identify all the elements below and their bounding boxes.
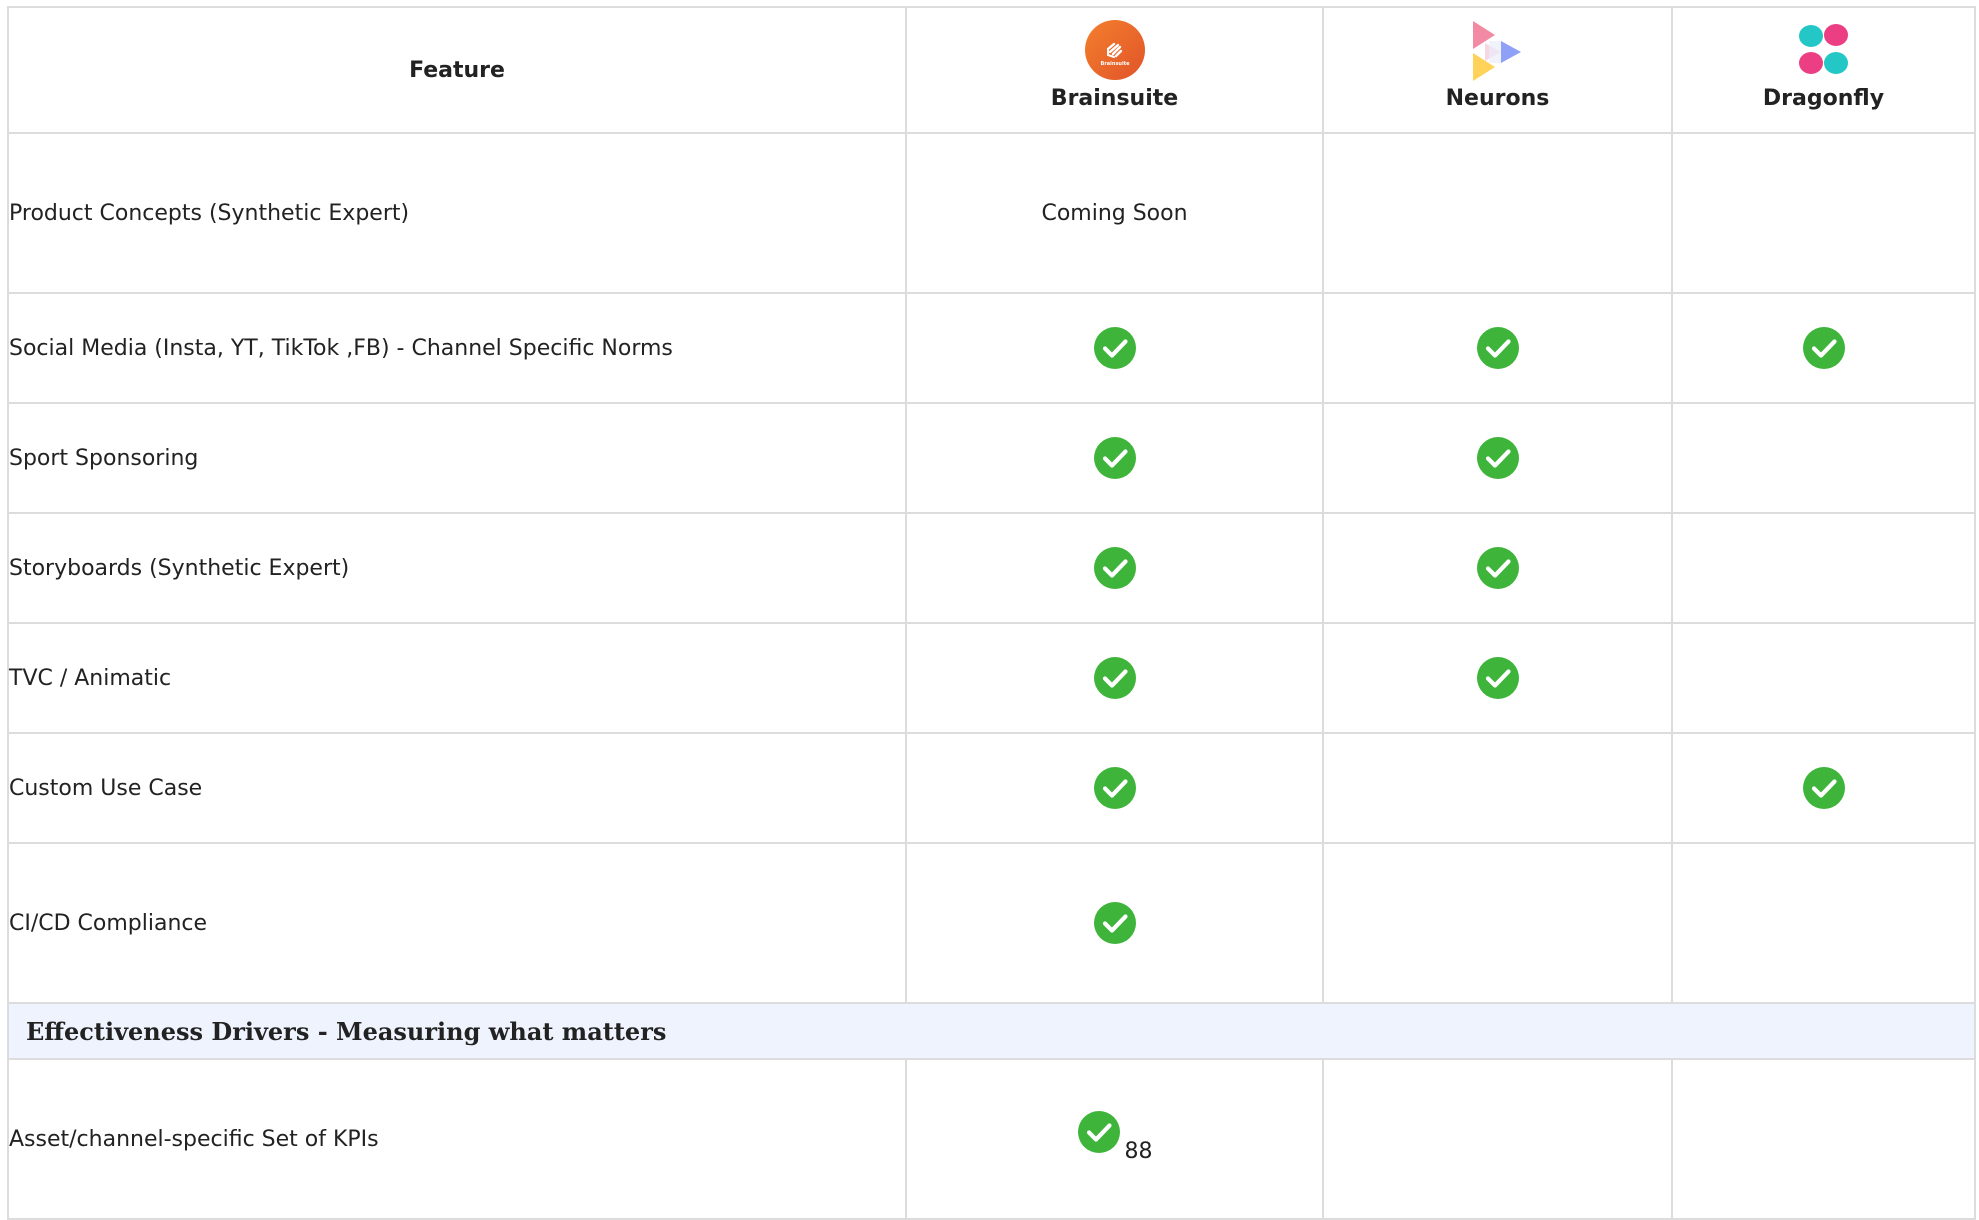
table-row: Product Concepts (Synthetic Expert) Comi…	[7, 132, 1976, 294]
neurons-cell	[1322, 622, 1673, 734]
check-circle-icon	[1476, 436, 1520, 480]
check-circle-icon	[1476, 656, 1520, 700]
neurons-cell	[1322, 842, 1673, 1004]
brainsuite-cell	[905, 402, 1324, 514]
brainsuite-cell	[905, 732, 1324, 844]
table-row: Custom Use Case	[7, 732, 1976, 844]
neurons-cell	[1322, 1058, 1673, 1220]
svg-text:Brainsuite: Brainsuite	[1100, 61, 1130, 67]
neurons-logo-icon	[1472, 21, 1521, 81]
vendor-header-brainsuite: Brainsuite Brainsuite	[905, 6, 1324, 134]
table-row: Asset/channel-specific Set of KPIs 88	[7, 1058, 1976, 1220]
kpi-check-with-value: 88	[1077, 1110, 1153, 1164]
dragonfly-cell	[1671, 622, 1976, 734]
vendor-header-dragonfly: Dragonfly	[1671, 6, 1976, 134]
brainsuite-cell: 88	[905, 1058, 1324, 1220]
table-header-row: Feature Brainsuite Brainsuite Neurons Dr…	[7, 6, 1976, 134]
check-circle-icon	[1093, 436, 1137, 480]
check-circle-icon	[1802, 766, 1846, 810]
dragonfly-cell	[1671, 1058, 1976, 1220]
feature-label: Sport Sponsoring	[7, 402, 907, 514]
check-circle-icon	[1093, 901, 1137, 945]
table-row: Sport Sponsoring	[7, 402, 1976, 514]
brainsuite-cell	[905, 622, 1324, 734]
section-title: Effectiveness Drivers - Measuring what m…	[7, 1002, 1976, 1060]
feature-label: Product Concepts (Synthetic Expert)	[7, 132, 907, 294]
brainsuite-logo-icon: Brainsuite	[1084, 20, 1145, 80]
dragonfly-cell	[1671, 842, 1976, 1004]
table-row: CI/CD Compliance	[7, 842, 1976, 1004]
feature-label: TVC / Animatic	[7, 622, 907, 734]
dragonfly-cell	[1671, 402, 1976, 514]
dragonfly-cell	[1671, 512, 1976, 624]
table-row: Social Media (Insta, YT, TikTok ,FB) - C…	[7, 292, 1976, 404]
check-circle-icon	[1093, 326, 1137, 370]
coming-soon-text: Coming Soon	[1041, 200, 1188, 226]
neurons-cell	[1322, 402, 1673, 514]
table-row: TVC / Animatic	[7, 622, 1976, 734]
check-circle-icon	[1077, 1110, 1121, 1154]
vendor-name-brainsuite: Brainsuite	[1050, 86, 1179, 111]
check-circle-icon	[1093, 546, 1137, 590]
feature-label: Social Media (Insta, YT, TikTok ,FB) - C…	[7, 292, 907, 404]
check-circle-icon	[1476, 326, 1520, 370]
neurons-cell	[1322, 132, 1673, 294]
check-circle-icon	[1802, 326, 1846, 370]
section-header-row: Effectiveness Drivers - Measuring what m…	[7, 1002, 1976, 1060]
table-row: Storyboards (Synthetic Expert)	[7, 512, 1976, 624]
brainsuite-cell	[905, 292, 1324, 404]
comparison-table: Feature Brainsuite Brainsuite Neurons Dr…	[7, 6, 1976, 1220]
brainsuite-cell	[905, 842, 1324, 1004]
dragonfly-cell	[1671, 732, 1976, 844]
neurons-cell	[1322, 732, 1673, 844]
vendor-header-neurons: Neurons	[1322, 6, 1673, 134]
check-circle-icon	[1093, 766, 1137, 810]
vendor-name-dragonfly: Dragonfly	[1762, 86, 1885, 111]
neurons-cell	[1322, 512, 1673, 624]
feature-label: Asset/channel-specific Set of KPIs	[7, 1058, 907, 1220]
kpi-count: 88	[1124, 1139, 1153, 1164]
check-circle-icon	[1093, 656, 1137, 700]
feature-column-header: Feature	[7, 6, 907, 134]
brainsuite-cell: Coming Soon	[905, 132, 1324, 294]
dragonfly-cell	[1671, 292, 1976, 404]
dragonfly-logo-icon	[1798, 24, 1848, 74]
dragonfly-cell	[1671, 132, 1976, 294]
vendor-name-neurons: Neurons	[1445, 86, 1550, 111]
feature-label: CI/CD Compliance	[7, 842, 907, 1004]
check-circle-icon	[1476, 546, 1520, 590]
feature-label: Storyboards (Synthetic Expert)	[7, 512, 907, 624]
brainsuite-cell	[905, 512, 1324, 624]
neurons-cell	[1322, 292, 1673, 404]
feature-label: Custom Use Case	[7, 732, 907, 844]
